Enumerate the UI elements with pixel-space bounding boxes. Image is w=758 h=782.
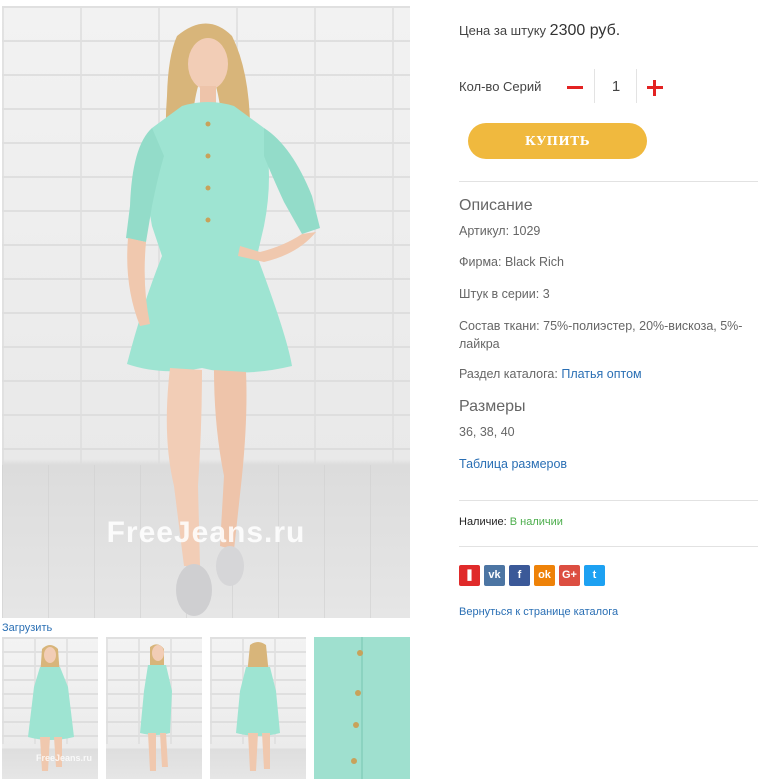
sizes-values: 36, 38, 40 <box>459 425 515 439</box>
twitter-icon[interactable]: t <box>584 565 605 586</box>
divider <box>636 69 637 103</box>
thumb-model-side <box>140 644 172 771</box>
buy-button[interactable]: КУПИТЬ <box>468 123 647 159</box>
price-row: Цена за штуку 2300 руб. <box>459 22 620 40</box>
thumb-fabric-closeup <box>314 637 410 779</box>
back-to-catalog-link[interactable]: Вернуться к странице каталога <box>459 606 618 618</box>
vk-icon[interactable]: vk <box>484 565 505 586</box>
quantity-label: Кол-во Серий <box>459 79 542 94</box>
per-series-row: Штук в серии: 3 <box>459 287 550 301</box>
article-label: Артикул: <box>459 224 510 238</box>
article-row: Артикул: 1029 <box>459 224 540 238</box>
catalog-label: Раздел каталога: <box>459 367 558 381</box>
availability-status: В наличии <box>509 516 563 528</box>
per-series-value: 3 <box>542 287 550 301</box>
size-table-row: Таблица размеров <box>459 457 567 471</box>
quantity-input[interactable] <box>596 75 636 97</box>
article-value: 1029 <box>512 224 541 238</box>
thumb-watermark: FreeJeans.ru <box>36 753 93 763</box>
price-label: Цена за штуку <box>459 23 547 38</box>
decrease-quantity-button[interactable] <box>563 72 593 102</box>
upload-link[interactable]: Загрузить <box>2 622 52 634</box>
fabric-row: Состав ткани: 75%-полиэстер, 20%-вискоза… <box>459 317 758 353</box>
brand-value: Black Rich <box>504 255 564 269</box>
fabric-label: Состав ткани: <box>459 319 540 333</box>
quantity-stepper: Кол-во Серий <box>459 69 689 103</box>
google-plus-icon[interactable]: G+ <box>559 565 580 586</box>
divider <box>459 181 758 182</box>
divider <box>459 546 758 547</box>
odnoklassniki-icon[interactable]: ok <box>534 565 555 586</box>
divider <box>594 69 595 103</box>
brand-row: Фирма: Black Rich <box>459 255 564 269</box>
size-table-link[interactable]: Таблица размеров <box>459 457 567 471</box>
thumbnail-2[interactable] <box>106 637 202 779</box>
thumbnail-4[interactable] <box>314 637 410 779</box>
main-product-photo[interactable]: FreeJeans.ru <box>2 6 410 618</box>
availability-row: Наличие: В наличии <box>459 516 563 528</box>
catalog-row: Раздел каталога: Платья оптом <box>459 367 642 381</box>
thumbnail-strip: FreeJeans.ru <box>2 637 410 779</box>
price-value: 2300 руб. <box>549 22 621 39</box>
divider <box>459 500 758 501</box>
thumbnail-3[interactable] <box>210 637 306 779</box>
catalog-section-link[interactable]: Платья оптом <box>561 367 641 381</box>
increase-quantity-button[interactable] <box>645 72 675 102</box>
facebook-icon[interactable]: f <box>509 565 530 586</box>
photo-watermark: FreeJeans.ru <box>106 516 306 549</box>
per-series-label: Штук в серии: <box>459 287 540 301</box>
sizes-title: Размеры <box>459 398 526 415</box>
bookmark-icon[interactable]: ❚ <box>459 565 480 586</box>
description-title: Описание <box>459 197 533 214</box>
availability-label: Наличие: <box>459 516 507 528</box>
thumbnail-1[interactable]: FreeJeans.ru <box>2 637 98 779</box>
brand-label: Фирма: <box>459 255 502 269</box>
thumb-model-back <box>236 642 280 771</box>
